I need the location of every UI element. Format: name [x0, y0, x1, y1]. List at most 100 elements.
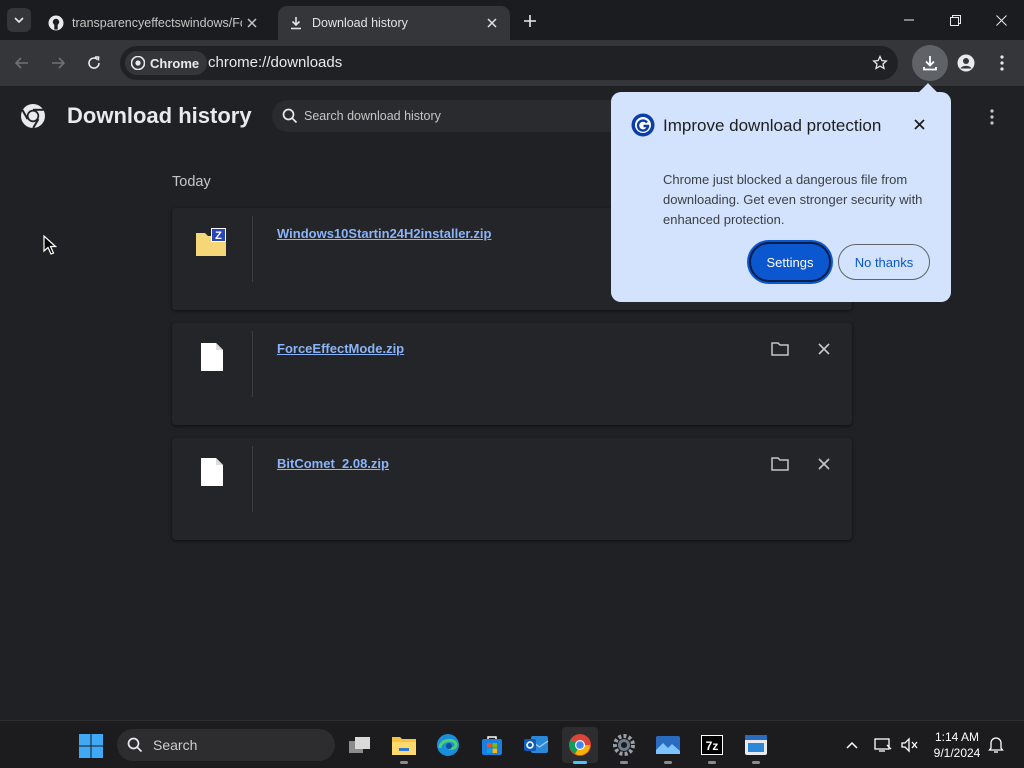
restore-button[interactable] [932, 0, 978, 40]
back-button[interactable] [8, 49, 36, 77]
task-view-icon[interactable] [342, 727, 378, 763]
taskbar-search-label: Search [153, 737, 198, 753]
outlook-new-icon[interactable] [518, 727, 554, 763]
card-divider [252, 331, 253, 397]
mouse-cursor-icon [43, 235, 57, 255]
photos-app-icon[interactable] [650, 727, 686, 764]
system-clock[interactable]: 1:14 AM 9/1/2024 [926, 729, 988, 761]
chevron-up-icon[interactable] [842, 735, 862, 755]
search-icon [282, 108, 298, 124]
chrome-logo-icon [21, 104, 45, 129]
clock-date: 9/1/2024 [933, 746, 981, 760]
search-downloads[interactable] [272, 100, 632, 132]
close-icon[interactable] [242, 13, 262, 33]
forward-button[interactable] [44, 49, 72, 77]
zip-folder-icon: Z [194, 224, 230, 260]
settings-gear-icon[interactable] [606, 727, 642, 764]
tab-title: transparencyeffectswindows/Fo [72, 16, 242, 30]
search-input[interactable] [304, 100, 624, 132]
download-protection-bubble: Improve download protection Chrome just … [611, 92, 951, 302]
taskbar-search[interactable]: Search [117, 729, 335, 761]
popup-title: Improve download protection [663, 116, 882, 135]
tab-github[interactable]: transparencyeffectswindows/Fo [38, 6, 270, 40]
restore-icon [949, 14, 961, 26]
chrome-menu-button[interactable] [988, 49, 1016, 77]
minimize-icon [904, 19, 914, 21]
microsoft-store-icon[interactable] [474, 727, 510, 763]
toolbar: Chrome chrome://downloads [0, 40, 1024, 86]
file-explorer-icon[interactable] [386, 727, 422, 764]
download-icon [288, 15, 304, 31]
close-icon [913, 118, 925, 130]
popup-body: Chrome just blocked a dangerous file fro… [663, 172, 923, 227]
date-section-label: Today [172, 174, 211, 190]
url-text[interactable]: chrome://downloads [208, 54, 342, 71]
close-icon [995, 14, 1007, 26]
chevron-down-icon [14, 17, 24, 24]
running-indicator [752, 761, 760, 764]
volume-muted-icon[interactable] [899, 735, 919, 755]
file-name-link[interactable]: ForceEffectMode.zip [277, 341, 404, 356]
close-icon [818, 458, 830, 470]
arrow-left-icon [14, 57, 28, 69]
show-in-folder-button[interactable] [768, 452, 792, 476]
chrome-taskbar-icon[interactable] [562, 727, 598, 764]
tab-strip: transparencyeffectswindows/Fo Download h… [0, 0, 1024, 40]
close-window-button[interactable] [978, 0, 1024, 40]
page-title: Download history [67, 103, 252, 128]
file-name-link[interactable]: Windows10Startin24H2installer.zip [277, 226, 491, 241]
popup-close-button[interactable] [909, 114, 929, 134]
svg-text:7z: 7z [706, 739, 719, 753]
download-icon [923, 56, 937, 71]
github-icon [48, 15, 64, 31]
bookmark-star-icon[interactable] [870, 53, 890, 73]
close-icon[interactable] [482, 13, 502, 33]
running-indicator [708, 761, 716, 764]
folder-icon [771, 457, 789, 471]
arrow-right-icon [52, 57, 66, 69]
profile-button[interactable] [952, 49, 980, 77]
notification-bell-icon[interactable] [986, 735, 1006, 755]
more-vert-icon [990, 109, 994, 125]
windows-start-icon[interactable] [78, 733, 104, 759]
site-chip-label: Chrome [150, 55, 200, 71]
running-indicator [573, 761, 587, 764]
more-vert-icon [1000, 55, 1004, 71]
search-icon [127, 737, 143, 753]
card-divider [252, 446, 253, 512]
show-in-folder-button[interactable] [768, 337, 792, 361]
downloads-more-button[interactable] [980, 105, 1004, 129]
clock-time: 1:14 AM [934, 730, 980, 744]
new-tab-button[interactable] [519, 10, 541, 32]
downloads-toolbar-button[interactable] [912, 45, 948, 81]
svg-text:Z: Z [215, 230, 222, 242]
running-indicator [620, 761, 628, 764]
no-thanks-button[interactable]: No thanks [838, 244, 930, 280]
chrome-icon [131, 56, 145, 70]
remote-desktop-icon[interactable] [738, 727, 774, 764]
edge-icon[interactable] [430, 727, 466, 763]
file-name-link[interactable]: BitComet_2.08.zip [277, 456, 389, 471]
tab-title: Download history [312, 16, 408, 30]
folder-icon [771, 342, 789, 356]
7zip-icon[interactable]: 7z [694, 727, 730, 764]
minimize-button[interactable] [886, 0, 932, 40]
card-divider [252, 216, 253, 282]
reload-button[interactable] [80, 49, 108, 77]
plus-icon [524, 15, 536, 27]
profile-icon [957, 54, 975, 72]
settings-button[interactable]: Settings [749, 242, 831, 282]
download-item: BitComet_2.08.zip [172, 438, 852, 540]
network-icon[interactable] [873, 735, 893, 755]
tab-search-button[interactable] [7, 8, 31, 32]
running-indicator [400, 761, 408, 764]
site-chip[interactable]: Chrome [125, 51, 208, 75]
file-icon [194, 339, 230, 375]
address-bar[interactable]: Chrome chrome://downloads [120, 46, 898, 80]
remove-from-list-button[interactable] [812, 452, 836, 476]
tab-download-history[interactable]: Download history [278, 6, 510, 40]
taskbar: Search 7z 1:14 AM 9/1/2024 [0, 720, 1024, 768]
running-indicator [664, 761, 672, 764]
remove-from-list-button[interactable] [812, 337, 836, 361]
close-icon [818, 343, 830, 355]
